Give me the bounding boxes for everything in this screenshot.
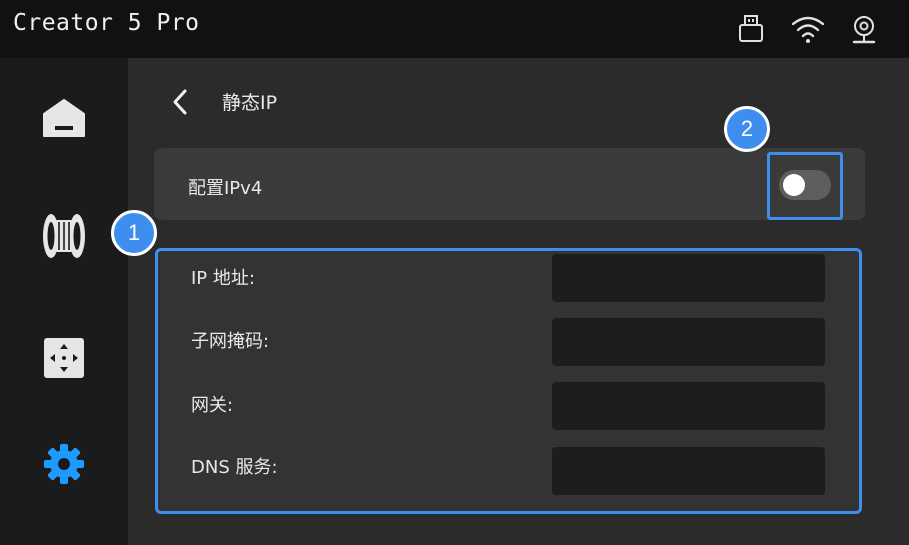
dns-server-label: DNS 服务: [191,457,278,478]
subnet-mask-input[interactable] [552,318,825,366]
callout-badge-2: 2 [724,106,770,152]
chevron-left-icon [173,89,187,115]
sidebar-item-home[interactable] [32,86,96,150]
sidebar [0,58,128,545]
app-title: Creator 5 Pro [13,10,200,36]
usb-drive-icon [735,12,767,46]
webcam-icon [848,12,880,46]
sidebar-item-settings[interactable] [32,432,96,496]
ipv4-config-row: 配置IPv4 [154,148,865,220]
gear-icon [44,444,84,484]
static-ip-fields-group: IP 地址: 子网掩码: 网关: DNS 服务: [155,248,862,514]
move-axes-icon [44,338,84,378]
ipv4-toggle[interactable] [779,170,831,200]
ip-address-label: IP 地址: [191,268,255,289]
callout-badge-1: 1 [111,210,157,256]
gateway-label: 网关: [191,395,234,416]
sidebar-item-move[interactable] [32,326,96,390]
sidebar-item-filament[interactable] [32,204,96,268]
toggle-knob [783,174,805,196]
back-button[interactable] [165,86,195,118]
wifi-icon [790,12,826,46]
ip-address-input[interactable] [552,254,825,302]
dns-server-input[interactable] [552,447,825,495]
top-status-bar: Creator 5 Pro [0,0,909,58]
gateway-input[interactable] [552,382,825,430]
ipv4-config-label: 配置IPv4 [188,178,263,199]
page-title: 静态IP [222,92,278,114]
subnet-mask-label: 子网掩码: [191,331,270,352]
home-icon [43,99,85,137]
filament-spool-icon [43,214,85,258]
